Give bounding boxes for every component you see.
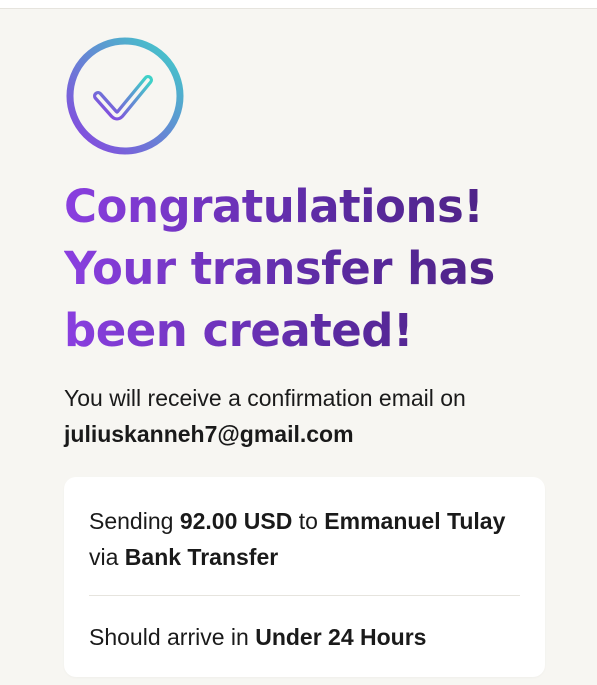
card-divider	[89, 595, 520, 596]
transfer-details: Sending 92.00 USD to Emmanuel Tulay via …	[89, 503, 519, 575]
transfer-amount: 92.00 USD	[179, 508, 293, 534]
arrival-prefix: Should arrive in	[89, 624, 249, 650]
arrival-estimate: Should arrive in Under 24 Hours	[89, 619, 519, 655]
payment-method: Bank Transfer	[124, 544, 279, 570]
confirmation-message: You will receive a confirmation email on…	[64, 380, 544, 452]
check-circle-icon	[64, 35, 186, 157]
title-line-2: Your transfer has	[64, 242, 495, 295]
via-word: via	[89, 544, 119, 570]
arrival-time: Under 24 Hours	[255, 624, 427, 650]
to-word: to	[298, 508, 318, 534]
transfer-summary-card: Sending 92.00 USD to Emmanuel Tulay via …	[64, 477, 545, 677]
top-divider	[0, 0, 597, 9]
recipient-name: Emmanuel Tulay	[324, 508, 506, 534]
confirmation-email: juliuskanneh7@gmail.com	[64, 421, 354, 447]
sending-prefix: Sending	[89, 508, 174, 534]
title-line-3: been created!	[64, 304, 413, 357]
page-title: Congratulations! Your transfer has been …	[64, 176, 564, 362]
confirmation-text: You will receive a confirmation email on	[64, 385, 466, 411]
title-line-1: Congratulations!	[64, 180, 484, 233]
